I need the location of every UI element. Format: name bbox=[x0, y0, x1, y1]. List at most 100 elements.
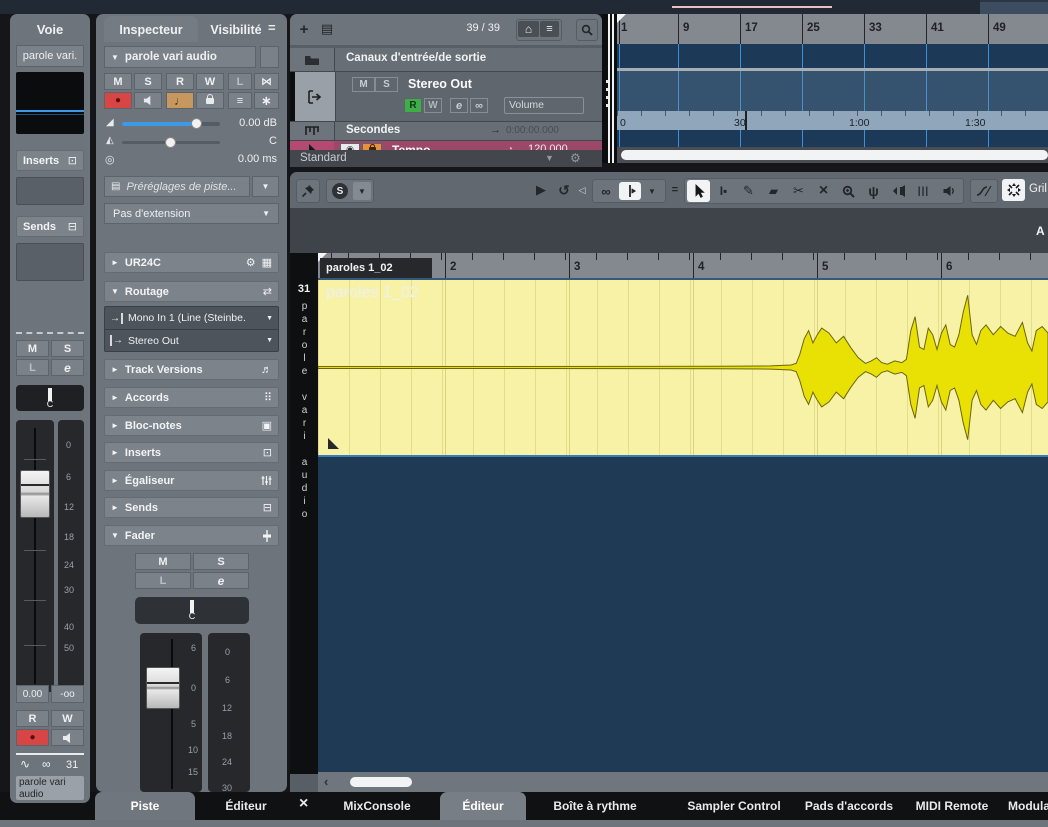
collapse-left-button[interactable]: ◁ bbox=[577, 183, 587, 197]
channel-solo-button[interactable]: S bbox=[51, 340, 84, 357]
out-write-button[interactable]: W bbox=[424, 98, 442, 113]
fader-solo-button[interactable]: S bbox=[193, 553, 249, 570]
routing-input-select[interactable]: → Mono In 1 (Line (Steinbe. ▼ bbox=[105, 307, 278, 330]
stereo-out-row[interactable]: M S Stereo Out R W e ∞ Volume bbox=[290, 72, 602, 122]
preset-bar-label[interactable]: Standard bbox=[300, 152, 347, 164]
tool-draw[interactable]: ✎ bbox=[737, 180, 760, 202]
track-preset-field[interactable]: ▤ Préréglages de piste... bbox=[104, 176, 250, 197]
channel-level-value[interactable]: 0.00 bbox=[16, 685, 49, 703]
snap-button[interactable] bbox=[1002, 179, 1025, 201]
preset-bar-gear-icon[interactable]: ⚙ bbox=[570, 151, 581, 165]
seconds-ruler-row[interactable]: Secondes → 0:00:00.000 bbox=[290, 122, 602, 141]
tab-editeur-left[interactable]: Éditeur bbox=[197, 792, 295, 820]
editor-lower-lane[interactable] bbox=[318, 455, 1048, 772]
tempo-row[interactable]: ◉ Tempo ◔ 120.000 bbox=[290, 141, 602, 150]
editor-ruler[interactable]: 2 3 4 5 6 paroles 1_02 bbox=[318, 253, 1048, 280]
tab-sampler-control[interactable]: Sampler Control bbox=[664, 792, 804, 820]
waveform[interactable] bbox=[318, 280, 1048, 455]
inspector-narrow-button[interactable]: ⋈ bbox=[254, 73, 279, 90]
timeline-lane-a[interactable] bbox=[617, 44, 1048, 68]
section-sends[interactable]: ► Sends ⊟ bbox=[104, 497, 279, 518]
io-folder-row[interactable]: Canaux d'entrée/de sortie bbox=[290, 48, 602, 72]
inspector-fader-track[interactable]: 6 0 5 10 15 bbox=[140, 633, 202, 792]
inspector-musical-button[interactable]: ♩ bbox=[166, 92, 194, 109]
section-bloc-notes[interactable]: ► Bloc-notes ▣ bbox=[104, 415, 279, 436]
curve-edit-button[interactable] bbox=[970, 179, 998, 203]
tab-inspecteur[interactable]: Inspecteur bbox=[104, 16, 198, 42]
section-ur24c[interactable]: ► UR24C ⚙ ▦ bbox=[104, 252, 279, 273]
channel-fader-cap[interactable] bbox=[20, 470, 50, 518]
pan-slider[interactable] bbox=[122, 141, 220, 144]
out-edit-button[interactable]: e bbox=[450, 98, 468, 113]
volume-slider[interactable] bbox=[122, 122, 220, 126]
channel-sends-header[interactable]: Sends⊟ bbox=[16, 216, 84, 237]
tool-mute[interactable]: × bbox=[812, 180, 835, 202]
tempo-value[interactable]: 120.000 bbox=[528, 143, 568, 150]
track-preset-button[interactable]: ▤ bbox=[316, 20, 338, 38]
channel-preview[interactable] bbox=[16, 72, 84, 134]
tool-scrub[interactable] bbox=[887, 180, 910, 202]
out-volume-field[interactable]: Volume bbox=[504, 97, 584, 114]
fader-mute-button[interactable]: M bbox=[135, 553, 191, 570]
routing-output-select[interactable]: → Stereo Out ▼ bbox=[105, 330, 278, 351]
fader-listen-button[interactable]: L bbox=[135, 572, 191, 589]
volume-slider-knob[interactable] bbox=[191, 118, 202, 129]
pin-button[interactable] bbox=[296, 179, 320, 203]
volume-value[interactable]: 0.00 dB bbox=[239, 117, 277, 129]
tab-boite-a-rythme[interactable]: Boîte à rythme bbox=[530, 792, 660, 820]
search-button[interactable] bbox=[576, 19, 598, 41]
tab-modulateurs[interactable]: Modula bbox=[1008, 792, 1048, 820]
tab-visibilite[interactable]: Visibilité bbox=[204, 16, 268, 42]
channel-listen-button[interactable]: L bbox=[16, 359, 49, 376]
autoscroll-button[interactable] bbox=[619, 182, 641, 200]
channel-fader-track[interactable] bbox=[16, 420, 54, 692]
section-fader[interactable]: ▼ Fader bbox=[104, 525, 279, 546]
inspector-lock-button[interactable] bbox=[196, 92, 224, 109]
pan-slider-knob[interactable] bbox=[165, 137, 176, 148]
editor-scrollbar-thumb[interactable] bbox=[350, 777, 412, 787]
pan-value[interactable]: C bbox=[269, 135, 277, 147]
link-projection-button[interactable]: ∞ bbox=[595, 182, 617, 200]
section-egaliseur[interactable]: ► Égaliseur bbox=[104, 470, 279, 491]
editor-scroll-left-arrow[interactable]: ‹ bbox=[324, 774, 328, 789]
channel-inserts-slot[interactable] bbox=[16, 177, 84, 205]
inspector-list-button[interactable]: ≡ bbox=[228, 92, 252, 109]
tab-midi-remote[interactable]: MIDI Remote bbox=[896, 792, 1008, 820]
timeline-lane-c[interactable] bbox=[617, 130, 1048, 147]
tab-mixconsole[interactable]: MixConsole bbox=[318, 792, 436, 820]
inspector-read-button[interactable]: R bbox=[166, 73, 194, 90]
solo-dropdown[interactable]: ▼ bbox=[353, 182, 371, 200]
channel-read-button[interactable]: R bbox=[16, 710, 49, 727]
tab-pads-accords[interactable]: Pads d'accords bbox=[790, 792, 908, 820]
channel-mute-button[interactable]: M bbox=[16, 340, 49, 357]
time-ruler[interactable]: 0 30 1:00 1:30 bbox=[617, 111, 1048, 130]
channel-write-button[interactable]: W bbox=[51, 710, 84, 727]
list-view-button[interactable]: ≡ bbox=[540, 21, 559, 37]
inspector-mute-button[interactable]: M bbox=[104, 73, 132, 90]
audition-loop-button[interactable]: ↺ bbox=[554, 181, 574, 199]
tempo-lock-button[interactable] bbox=[362, 143, 382, 150]
fader-edit-button[interactable]: e bbox=[193, 572, 249, 589]
out-read-button[interactable]: R bbox=[404, 98, 422, 113]
channel-name-box[interactable]: parole vari audio bbox=[16, 776, 84, 800]
out-solo-button[interactable]: S bbox=[375, 77, 398, 92]
timeline-scrollbar-thumb[interactable] bbox=[621, 150, 1048, 160]
tracklist-divider-strip[interactable] bbox=[602, 14, 617, 163]
snap-type-label[interactable]: Gril bbox=[1029, 183, 1047, 195]
inspector-fader-cap[interactable] bbox=[146, 667, 180, 709]
channel-sends-slot[interactable] bbox=[16, 243, 84, 281]
tool-play-feedback[interactable]: ||| bbox=[912, 180, 935, 202]
toolbar-separator-menu[interactable]: = bbox=[670, 182, 680, 198]
section-inserts[interactable]: ► Inserts ⊡ bbox=[104, 442, 279, 463]
tool-object-selection[interactable] bbox=[687, 180, 710, 202]
channel-edit-button[interactable]: e bbox=[51, 359, 84, 376]
out-link-button[interactable]: ∞ bbox=[470, 98, 488, 113]
tool-erase[interactable]: ▰ bbox=[762, 180, 785, 202]
channel-track-name[interactable]: parole vari. bbox=[16, 45, 84, 67]
inspector-monitor-button[interactable] bbox=[134, 92, 162, 109]
tab-piste[interactable]: Piste bbox=[95, 792, 195, 820]
tempo-activate-button[interactable]: ◉ bbox=[340, 143, 360, 150]
inspector-edit-button[interactable] bbox=[260, 46, 279, 68]
timeline-lane-b[interactable] bbox=[617, 71, 1048, 111]
track-preset-dropdown[interactable]: ▼ bbox=[252, 176, 279, 197]
